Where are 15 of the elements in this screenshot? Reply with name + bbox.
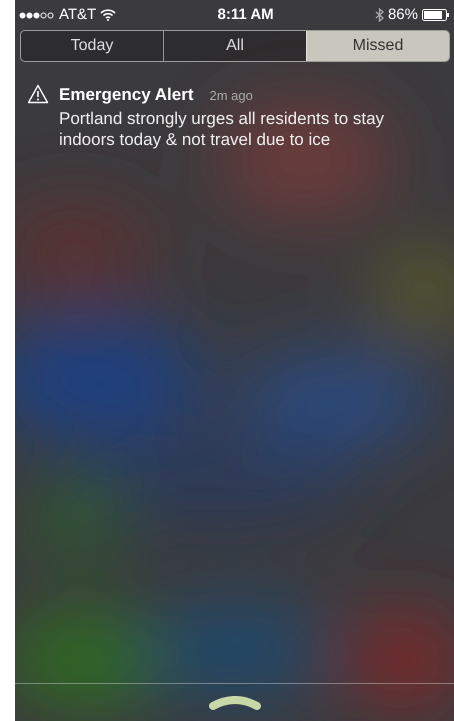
battery-percentage: 86%: [388, 4, 418, 25]
warning-icon: [27, 84, 49, 104]
bluetooth-icon: [374, 8, 384, 22]
notification-message: Portland strongly urges all residents to stay indoors today & not travel due to ice: [59, 108, 386, 150]
carrier-name: AT&T: [59, 4, 96, 25]
segment-tab[interactable]: Missed: [306, 31, 449, 61]
segment-tab[interactable]: All: [163, 31, 306, 61]
notification-title: Emergency Alert: [59, 84, 194, 106]
segment-tab[interactable]: Today: [21, 31, 163, 61]
wifi-icon: [100, 9, 116, 21]
battery-icon: [422, 9, 450, 21]
signal-icon: [19, 12, 55, 18]
notification-time: 2m ago: [209, 87, 253, 105]
pull-up-handle[interactable]: [208, 696, 260, 710]
clock-time: 8:11 AM: [218, 4, 274, 25]
